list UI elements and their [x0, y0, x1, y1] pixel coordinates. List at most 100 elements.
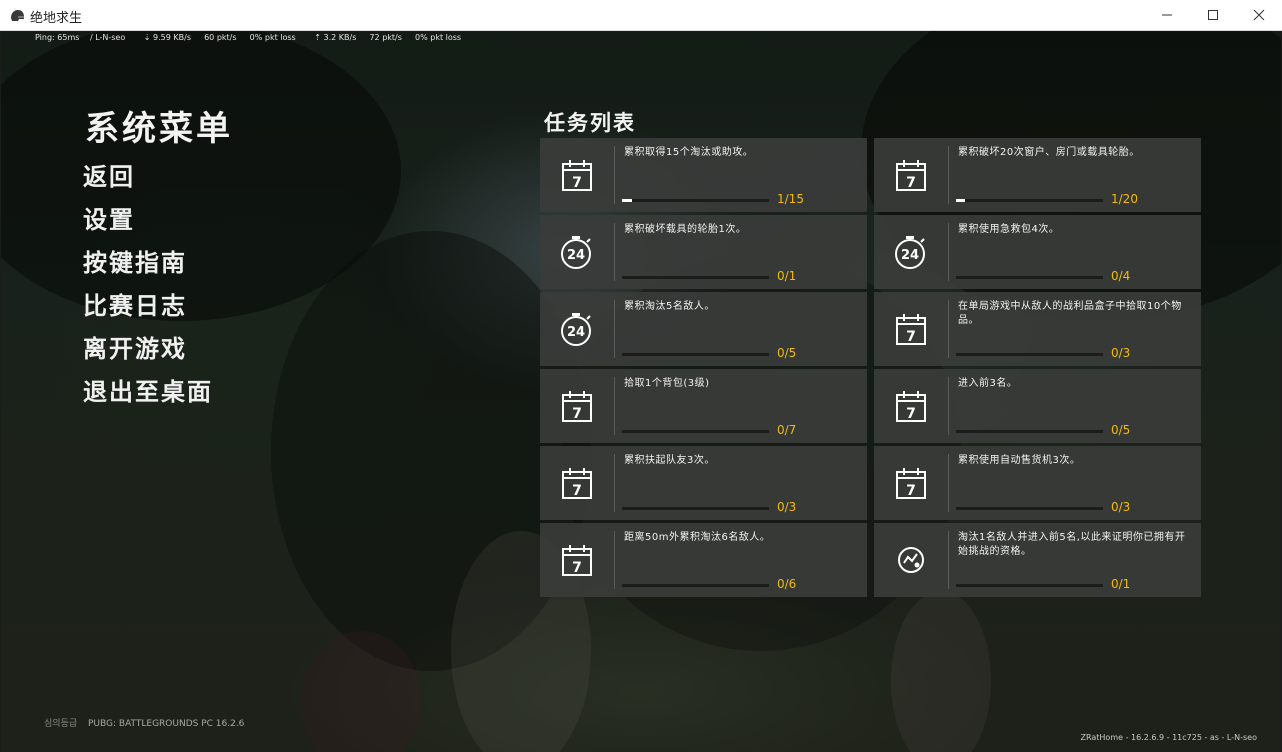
- mission-progress-bar: [622, 430, 769, 433]
- mission-progress-bar: [622, 276, 769, 279]
- menu-item-back[interactable]: 返回: [83, 159, 213, 202]
- mission-progress-text: 0/5: [777, 346, 797, 360]
- mission-card: 24 累积使用急救包4次。 0/4: [874, 215, 1201, 289]
- mission-description: 累积破坏20次窗户、房门或载具轮胎。: [958, 147, 1140, 158]
- svg-text:7: 7: [572, 560, 582, 576]
- mission-progress-bar: [622, 507, 769, 510]
- build-info: ZRatHome - 16.2.6.9 - 11c725 - as - L-N-…: [1080, 733, 1257, 742]
- mission-divider: [614, 531, 615, 589]
- calendar-7-icon: 7: [540, 446, 614, 520]
- mission-divider: [614, 146, 615, 204]
- mission-card: 淘汰1名敌人并进入前5名,以此来证明你已拥有开始挑战的资格。 0/1: [874, 523, 1201, 597]
- mission-divider: [948, 146, 949, 204]
- mission-progress-bar: [622, 584, 769, 587]
- minimize-button[interactable]: [1144, 0, 1190, 30]
- mission-card: 7 累积破坏20次窗户、房门或载具轮胎。 1/20: [874, 138, 1201, 212]
- mission-divider: [948, 454, 949, 512]
- svg-text:24: 24: [901, 248, 919, 263]
- calendar-7-icon: 7: [874, 369, 948, 443]
- mission-progress-text: 0/4: [1111, 269, 1131, 283]
- system-menu: 返回 设置 按键指南 比赛日志 离开游戏 退出至桌面: [83, 159, 213, 417]
- mission-description: 进入前3名。: [958, 378, 1018, 389]
- menu-item-key-guide[interactable]: 按键指南: [83, 245, 213, 288]
- mission-divider: [614, 223, 615, 281]
- mission-card: 7 累积扶起队友3次。 0/3: [540, 446, 867, 520]
- mission-progress-text: 0/3: [1111, 500, 1131, 514]
- rating-label: 심의등급: [44, 719, 78, 729]
- svg-text:24: 24: [567, 248, 585, 263]
- mission-divider: [614, 300, 615, 358]
- mission-progress-bar: [956, 276, 1103, 279]
- calendar-7-icon: 7: [874, 446, 948, 520]
- mission-progress-text: 0/1: [777, 269, 797, 283]
- mission-progress-bar: [622, 353, 769, 356]
- close-icon: [1253, 9, 1265, 21]
- svg-text:7: 7: [906, 483, 916, 499]
- mission-divider: [614, 454, 615, 512]
- mission-divider: [948, 377, 949, 435]
- mission-progress-bar: [956, 353, 1103, 356]
- upload-stats: ⇡ 3.2 KB/s 72 pkt/s 0% pkt loss: [314, 33, 462, 42]
- mission-divider: [948, 223, 949, 281]
- mission-description: 累积使用急救包4次。: [958, 224, 1060, 235]
- network-stats: Ping: 65ms / L-N-seo ⇣ 9.59 KB/s 60 pkt/…: [35, 33, 477, 42]
- mission-description: 拾取1个背包(3级): [624, 378, 710, 389]
- version-text: PUBG: BATTLEGROUNDS PC 16.2.6: [88, 719, 245, 729]
- mission-card: 7 拾取1个背包(3级) 0/7: [540, 369, 867, 443]
- menu-item-settings[interactable]: 设置: [83, 202, 213, 245]
- svg-text:7: 7: [906, 406, 916, 422]
- helmet-icon: [11, 10, 24, 21]
- mission-card: 7 累积使用自动售货机3次。 0/3: [874, 446, 1201, 520]
- missions-title: 任务列表: [544, 111, 636, 135]
- menu-item-match-log[interactable]: 比赛日志: [83, 288, 213, 331]
- menu-item-exit-desktop[interactable]: 退出至桌面: [83, 374, 213, 417]
- stopwatch-24-icon: 24: [874, 215, 948, 289]
- ping-text: Ping: 65ms / L-N-seo: [35, 33, 126, 42]
- calendar-7-icon: 7: [540, 369, 614, 443]
- mission-progress-bar: [956, 199, 1103, 202]
- mission-progress-text: 0/1: [1111, 577, 1131, 591]
- mission-progress-text: 0/3: [1111, 346, 1131, 360]
- mission-divider: [948, 300, 949, 358]
- mission-description: 累积使用自动售货机3次。: [958, 455, 1081, 466]
- mission-card: 7 进入前3名。 0/5: [874, 369, 1201, 443]
- mission-progress-text: 0/6: [777, 577, 797, 591]
- window-titlebar: 绝地求生: [0, 0, 1282, 31]
- challenge-badge-icon: [874, 523, 948, 597]
- mission-progress-bar: [956, 507, 1103, 510]
- footer-version: 심의등급 PUBG: BATTLEGROUNDS PC 16.2.6: [44, 716, 244, 729]
- mission-description: 累积淘汰5名敌人。: [624, 301, 715, 312]
- calendar-7-icon: 7: [540, 138, 614, 212]
- mission-progress-fill: [956, 199, 965, 202]
- svg-text:7: 7: [906, 175, 916, 191]
- minimize-icon: [1162, 14, 1172, 16]
- mission-description: 累积扶起队友3次。: [624, 455, 715, 466]
- mission-card: 7 累积取得15个淘汰或助攻。 1/15: [540, 138, 867, 212]
- svg-text:7: 7: [572, 483, 582, 499]
- mission-card: 7 距离50m外累积淘汰6名敌人。 0/6: [540, 523, 867, 597]
- mission-description: 在单局游戏中从敌人的战利品盒子中拾取10个物品。: [958, 301, 1182, 326]
- menu-item-leave-game[interactable]: 离开游戏: [83, 331, 213, 374]
- mission-progress-text: 0/7: [777, 423, 797, 437]
- svg-text:7: 7: [572, 175, 582, 191]
- mission-description: 累积取得15个淘汰或助攻。: [624, 147, 754, 158]
- maximize-icon: [1208, 10, 1218, 20]
- mission-progress-text: 0/5: [1111, 423, 1131, 437]
- mission-description: 距离50m外累积淘汰6名敌人。: [624, 532, 771, 543]
- missions-list: 7 累积取得15个淘汰或助攻。 1/15 7 累积破坏20次窗户、房门或载具轮胎。 1/2…: [540, 138, 1201, 597]
- mission-divider: [614, 377, 615, 435]
- mission-progress-text: 0/3: [777, 500, 797, 514]
- game-viewport: Ping: 65ms / L-N-seo ⇣ 9.59 KB/s 60 pkt/…: [1, 31, 1281, 752]
- mission-progress-text: 1/20: [1111, 192, 1138, 206]
- mission-progress-bar: [622, 199, 769, 202]
- svg-text:24: 24: [567, 325, 585, 340]
- calendar-7-icon: 7: [874, 292, 948, 366]
- stopwatch-24-icon: 24: [540, 292, 614, 366]
- system-menu-title: 系统菜单: [85, 109, 233, 149]
- maximize-button[interactable]: [1190, 0, 1236, 30]
- close-button[interactable]: [1236, 0, 1282, 30]
- mission-progress-bar: [956, 584, 1103, 587]
- mission-progress-fill: [622, 199, 632, 202]
- calendar-7-icon: 7: [874, 138, 948, 212]
- mission-divider: [948, 531, 949, 589]
